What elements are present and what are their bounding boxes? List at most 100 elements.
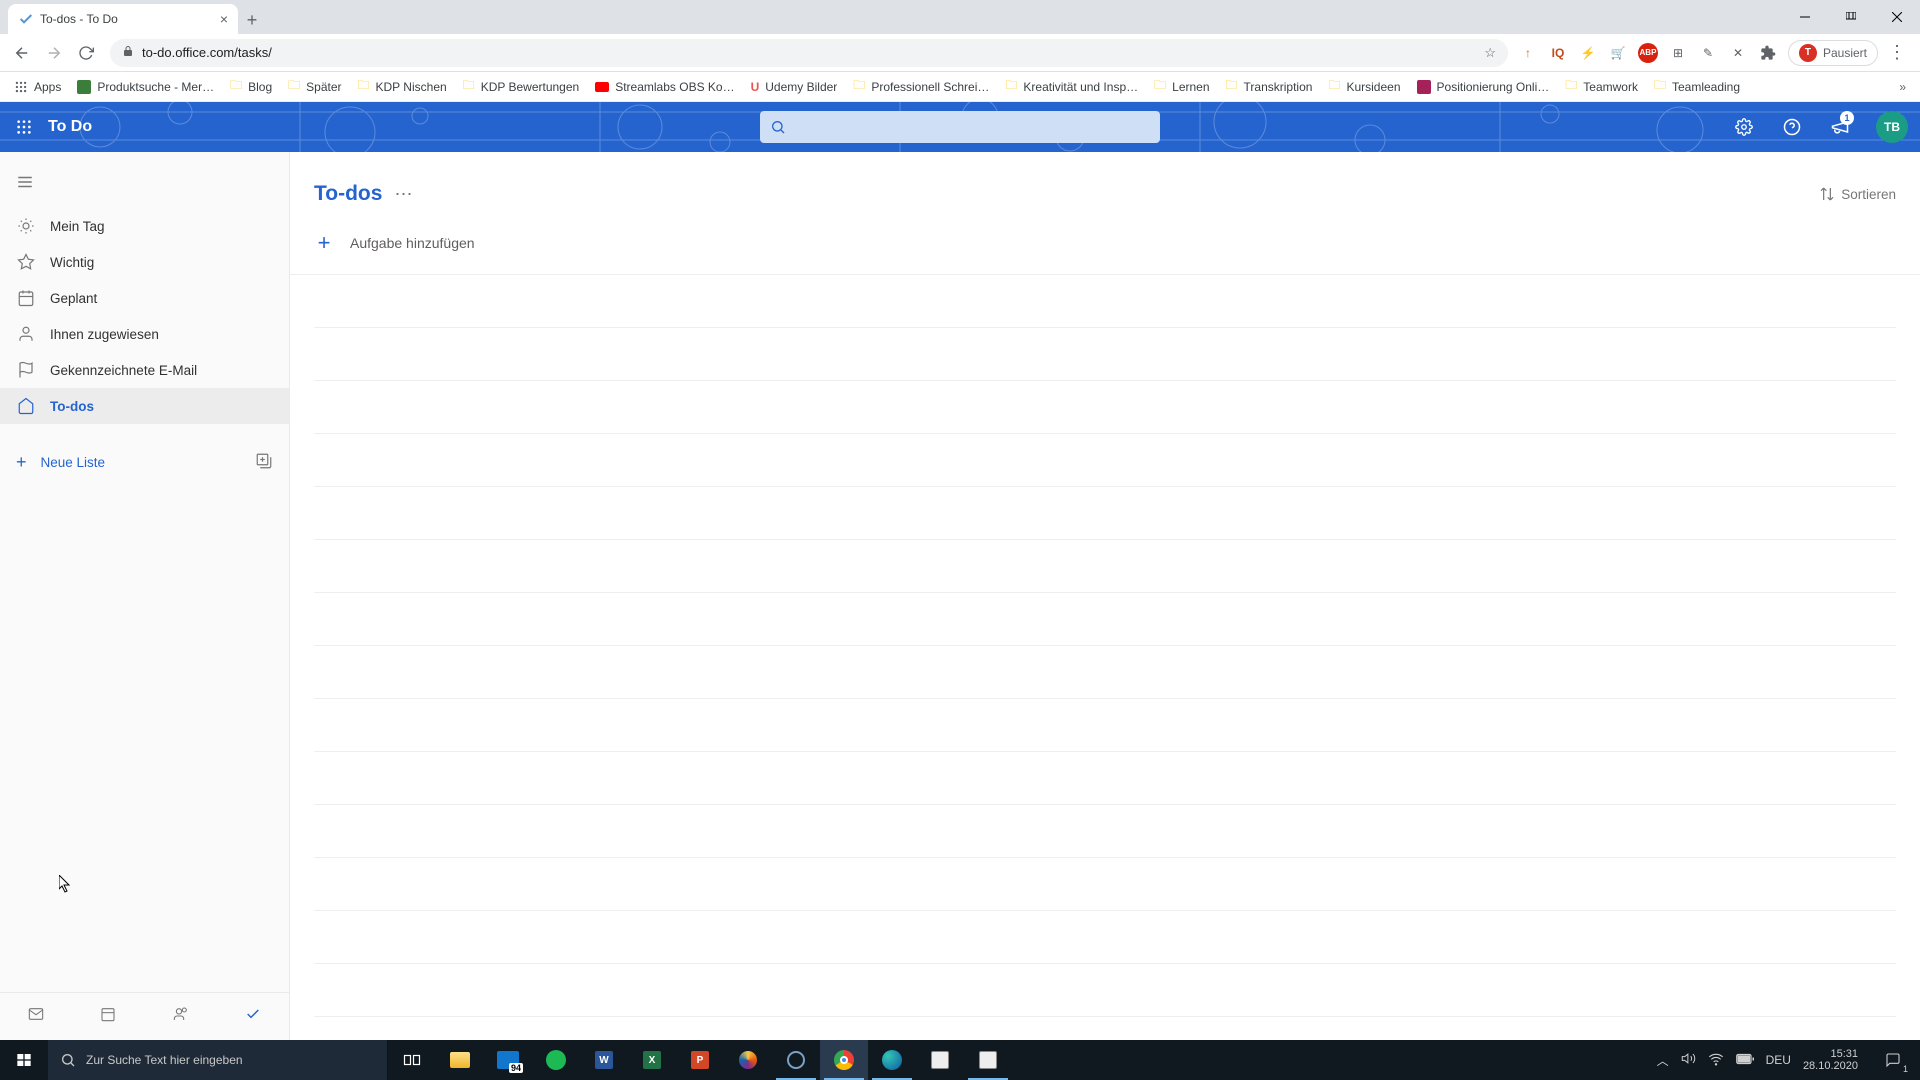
spotify-button[interactable] (532, 1040, 580, 1080)
obs-button[interactable] (772, 1040, 820, 1080)
file-explorer-button[interactable] (436, 1040, 484, 1080)
windows-search-input[interactable]: Zur Suche Text hier eingeben (48, 1040, 388, 1080)
action-center-button[interactable]: 1 (1870, 1040, 1916, 1080)
start-button[interactable] (0, 1040, 48, 1080)
bookmark-item[interactable]: Produktsuche - Mer… (71, 75, 220, 99)
apps-button[interactable]: Apps (8, 75, 67, 99)
whats-new-button[interactable]: 1 (1816, 103, 1864, 151)
todo-app-button[interactable] (245, 1006, 261, 1027)
task-view-button[interactable] (388, 1040, 436, 1080)
gear-icon (1735, 118, 1753, 136)
settings-button[interactable] (1720, 103, 1768, 151)
chrome-button[interactable] (820, 1040, 868, 1080)
new-tab-button[interactable]: + (238, 6, 266, 34)
browser-menu-button[interactable]: ⋮ (1888, 42, 1906, 63)
task-slot (314, 805, 1896, 858)
ext-icon-iq[interactable]: IQ (1548, 43, 1568, 63)
bookmark-item[interactable]: 🗀 Transkription (1220, 75, 1319, 99)
sidebar-item-planned[interactable]: Geplant (0, 280, 289, 316)
app-button[interactable] (724, 1040, 772, 1080)
mail-app-button[interactable]: 94 (484, 1040, 532, 1080)
calendar-icon (16, 289, 36, 307)
bookmark-item[interactable]: 🗀Professionell Schrei… (847, 75, 995, 99)
ext-icon-1[interactable]: ↑ (1518, 43, 1538, 63)
ext-icon-cart[interactable]: 🛒 (1608, 43, 1628, 63)
powerpoint-button[interactable]: P (676, 1040, 724, 1080)
user-avatar-button[interactable]: TB (1876, 111, 1908, 143)
user-icon (16, 325, 36, 343)
clock-date: 28.10.2020 (1803, 1060, 1858, 1072)
add-task-input[interactable]: + Aufgabe hinzufügen (290, 222, 1920, 275)
ext-icon-picker[interactable]: ✎ (1698, 43, 1718, 63)
bookmark-item[interactable]: 🗀Kreativität und Insp… (999, 75, 1144, 99)
sound-icon-button[interactable] (1681, 1051, 1696, 1069)
ext-icon-bolt[interactable]: ⚡ (1578, 43, 1598, 63)
youtube-icon (595, 82, 609, 92)
window-minimize-button[interactable] (1782, 0, 1828, 34)
bookmark-label: Transkription (1244, 80, 1313, 94)
wifi-icon-button[interactable] (1708, 1051, 1724, 1070)
bookmark-star-icon[interactable]: ☆ (1484, 45, 1496, 61)
bookmark-item[interactable]: 🗀KDP Nischen (352, 75, 453, 99)
bookmark-item[interactable]: Positionierung Onli… (1411, 75, 1556, 99)
bookmark-label: Kreativität und Insp… (1023, 80, 1138, 94)
sort-label: Sortieren (1841, 187, 1896, 202)
extensions-button[interactable] (1758, 43, 1778, 63)
profile-chip[interactable]: T Pausiert (1788, 40, 1878, 66)
window-close-button[interactable] (1874, 0, 1920, 34)
sort-button[interactable]: Sortieren (1819, 186, 1896, 202)
browser-tab[interactable]: To-dos - To Do × (8, 4, 238, 34)
ext-icon-abp[interactable]: ABP (1638, 43, 1658, 63)
sidebar-item-important[interactable]: Wichtig (0, 244, 289, 280)
reload-button[interactable] (72, 39, 100, 67)
language-indicator[interactable]: DEU (1766, 1053, 1791, 1067)
sidebar-item-assigned[interactable]: Ihnen zugewiesen (0, 316, 289, 352)
sidebar-item-my-day[interactable]: Mein Tag (0, 208, 289, 244)
url-input[interactable]: to-do.office.com/tasks/ ☆ (110, 39, 1508, 67)
bookmark-item[interactable]: Streamlabs OBS Ko… (589, 75, 740, 99)
bookmark-item[interactable]: 🗀Teamwork (1559, 75, 1644, 99)
bookmark-item[interactable]: 🗀Später (282, 75, 347, 99)
folder-icon: 🗀 (1226, 76, 1238, 97)
new-list-button[interactable]: + Neue Liste (0, 440, 289, 484)
page-icon (1417, 80, 1431, 94)
bookmark-label: Apps (34, 80, 61, 94)
folder-icon: 🗀 (1154, 76, 1166, 97)
edge-button[interactable] (868, 1040, 916, 1080)
sidebar-item-flagged[interactable]: Gekennzeichnete E-Mail (0, 352, 289, 388)
bookmark-item[interactable]: 🗀Teamleading (1648, 75, 1746, 99)
back-button[interactable] (8, 39, 36, 67)
help-button[interactable] (1768, 103, 1816, 151)
calendar-app-button[interactable] (100, 1006, 116, 1027)
bookmark-label: Lernen (1172, 80, 1209, 94)
search-input[interactable] (760, 111, 1160, 143)
tab-close-icon[interactable]: × (220, 11, 228, 27)
bookmark-item[interactable]: UUdemy Bilder (745, 75, 844, 99)
bookmark-item[interactable]: 🗀Kursideen (1322, 75, 1406, 99)
clock-button[interactable]: 15:31 28.10.2020 (1803, 1048, 1858, 1072)
mail-app-button[interactable] (28, 1006, 44, 1027)
excel-button[interactable]: X (628, 1040, 676, 1080)
people-app-button[interactable] (173, 1006, 189, 1027)
plus-icon: + (314, 230, 334, 256)
app-launcher-button[interactable] (0, 103, 48, 151)
ext-icon-arrows[interactable]: ✕ (1728, 43, 1748, 63)
battery-icon-button[interactable] (1736, 1053, 1754, 1068)
ext-icon-grid[interactable]: ⊞ (1668, 43, 1688, 63)
word-button[interactable]: W (580, 1040, 628, 1080)
bookmarks-overflow-button[interactable]: » (1893, 80, 1912, 94)
bookmark-label: Später (306, 80, 341, 94)
window-maximize-button[interactable] (1828, 0, 1874, 34)
tray-overflow-button[interactable]: ︿ (1657, 1052, 1669, 1069)
list-options-button[interactable]: ⋯ (394, 184, 412, 205)
bookmark-item[interactable]: 🗀KDP Bewertungen (457, 75, 586, 99)
app-button[interactable] (916, 1040, 964, 1080)
sidebar-item-todos[interactable]: To-dos (0, 388, 289, 424)
bookmark-item[interactable]: 🗀Blog (224, 75, 278, 99)
forward-button[interactable] (40, 39, 68, 67)
sidebar-toggle-button[interactable] (0, 162, 289, 202)
bookmark-item[interactable]: 🗀 Lernen (1148, 75, 1215, 99)
new-group-button[interactable] (255, 452, 273, 473)
todo-favicon-icon (18, 11, 34, 27)
app-button[interactable] (964, 1040, 1012, 1080)
